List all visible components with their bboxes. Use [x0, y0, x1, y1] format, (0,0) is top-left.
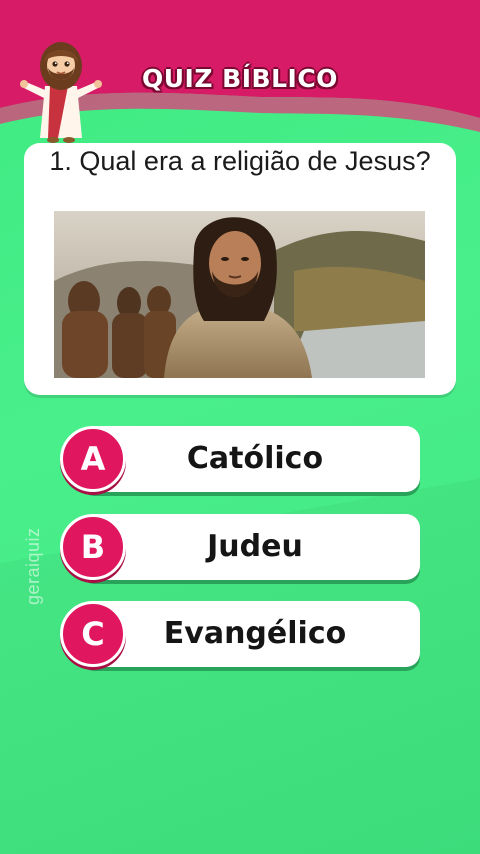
answer-option-a[interactable]: Católico A: [60, 426, 420, 496]
answer-option-c[interactable]: Evangélico C: [60, 601, 420, 671]
header-banner: QUIZ BÍBLICO: [0, 0, 480, 150]
answer-letter-badge[interactable]: B: [60, 514, 126, 580]
question-card: 1. Qual era a religião de Jesus?: [24, 143, 456, 395]
question-text: 1. Qual era a religião de Jesus?: [49, 146, 431, 176]
answer-letter-badge[interactable]: A: [60, 426, 126, 492]
quiz-title: QUIZ BÍBLICO: [142, 64, 338, 93]
answer-label[interactable]: Judeu: [100, 514, 410, 580]
answer-label[interactable]: Evangélico: [100, 601, 410, 667]
jesus-portrait-image: [54, 211, 425, 378]
watermark: geraiquiz: [23, 527, 43, 605]
answer-option-b[interactable]: Judeu B: [60, 514, 420, 584]
answer-label[interactable]: Católico: [100, 426, 410, 492]
answer-letter-badge[interactable]: C: [60, 601, 126, 667]
